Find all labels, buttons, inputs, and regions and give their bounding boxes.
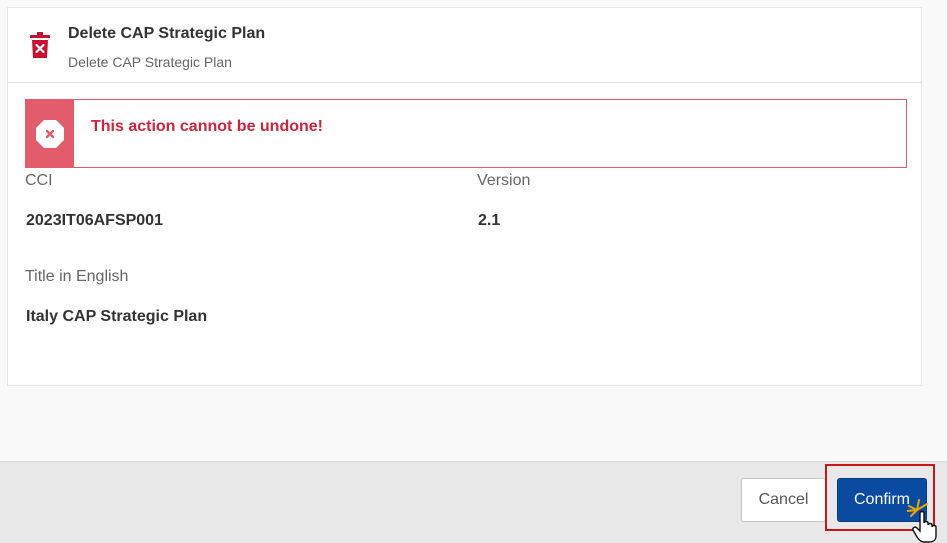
alert-side-bar bbox=[26, 100, 74, 167]
trash-icon bbox=[30, 32, 50, 58]
card-header: Delete CAP Strategic Plan Delete CAP Str… bbox=[8, 8, 921, 83]
delete-plan-card: Delete CAP Strategic Plan Delete CAP Str… bbox=[7, 7, 922, 386]
cci-value: 2023IT06AFSP001 bbox=[26, 212, 163, 229]
title-english-value: Italy CAP Strategic Plan bbox=[26, 308, 208, 325]
dialog-subtitle: Delete CAP Strategic Plan bbox=[68, 54, 232, 70]
alert-message: This action cannot be undone! bbox=[91, 118, 323, 135]
cancel-button[interactable]: Cancel bbox=[741, 478, 826, 522]
error-octagon-icon bbox=[36, 120, 64, 148]
version-label: Version bbox=[477, 172, 531, 189]
title-english-label: Title in English bbox=[25, 268, 129, 285]
version-value: 2.1 bbox=[478, 212, 501, 229]
error-alert: This action cannot be undone! bbox=[25, 99, 907, 168]
dialog-title: Delete CAP Strategic Plan bbox=[68, 25, 266, 42]
cci-label: CCI bbox=[25, 172, 53, 189]
hand-cursor-icon bbox=[907, 499, 937, 543]
